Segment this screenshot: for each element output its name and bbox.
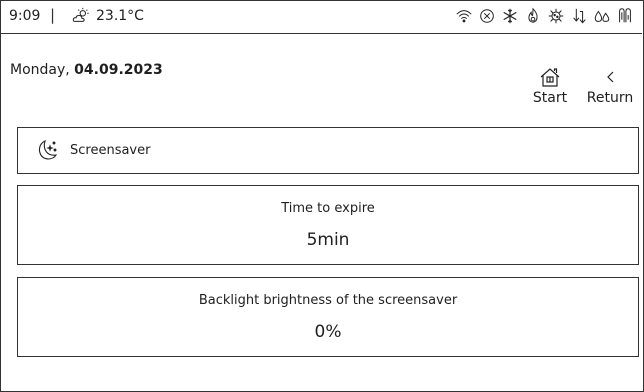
backlight-brightness-title: Backlight brightness of the screensaver (198, 293, 458, 308)
return-button[interactable]: Return (586, 66, 634, 106)
home-icon (540, 68, 560, 87)
current-date: Monday, 04.09.2023 (10, 62, 163, 78)
flame-icon (528, 7, 538, 23)
start-label: Start (532, 90, 568, 106)
time-to-expire-setting[interactable]: Time to expire 5min (17, 185, 639, 265)
status-bar: 9:09 | 23.1°C (0, 0, 642, 34)
start-button[interactable]: Start (532, 66, 568, 106)
chevron-left-icon (607, 71, 614, 83)
screensaver-label: Screensaver (70, 143, 151, 158)
moon-stars-icon (38, 139, 58, 160)
time-to-expire-title: Time to expire (281, 201, 375, 216)
arrows-down-icon (573, 8, 586, 24)
thermostat-icon (619, 8, 631, 23)
weekday: Monday, (10, 62, 75, 78)
drops-icon (594, 10, 610, 22)
status-temperature: 23.1°C (96, 8, 144, 24)
status-time: 9:09 (9, 8, 41, 24)
virus-icon (548, 8, 564, 24)
x-circle-icon (480, 9, 494, 23)
backlight-brightness-value: 0% (314, 322, 342, 342)
screensaver-header: Screensaver (17, 127, 639, 174)
backlight-brightness-setting[interactable]: Backlight brightness of the screensaver … (17, 277, 639, 357)
snowflake-icon (503, 8, 517, 24)
time-to-expire-value: 5min (306, 230, 350, 250)
return-label: Return (586, 90, 634, 106)
status-icons (455, 6, 634, 26)
sun-cloud-icon (72, 7, 89, 22)
date-value: 04.09.2023 (74, 62, 163, 78)
wifi-icon (456, 10, 472, 23)
status-separator: | (50, 6, 56, 24)
